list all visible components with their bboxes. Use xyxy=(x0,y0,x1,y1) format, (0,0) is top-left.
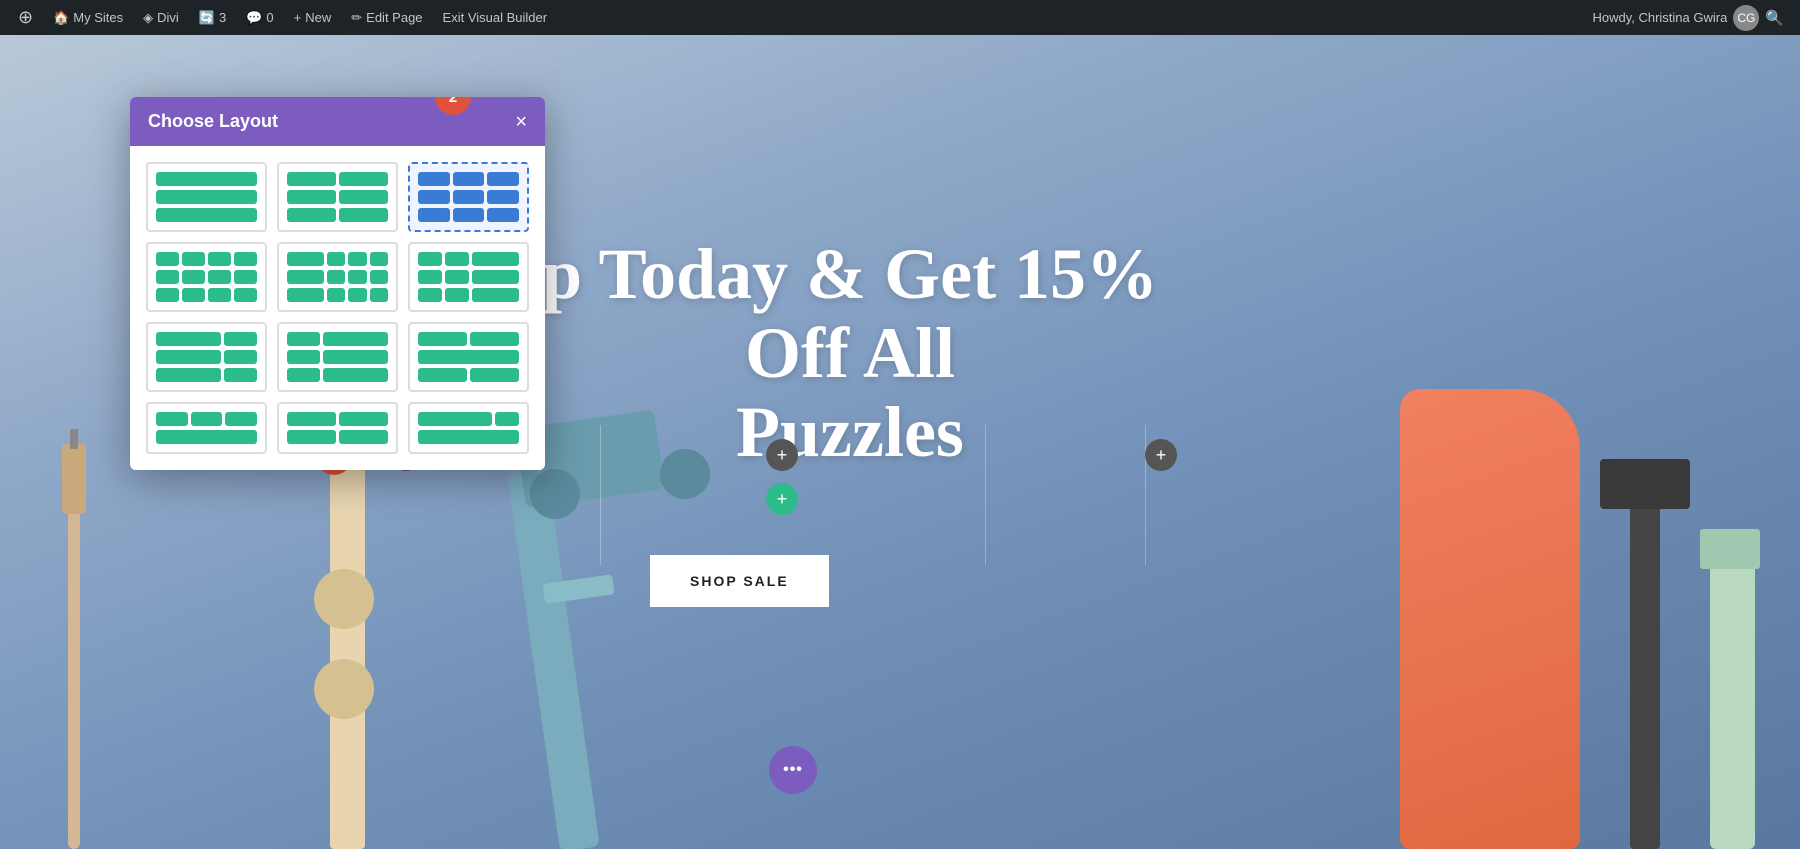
modal-close-btn[interactable]: × xyxy=(515,112,527,132)
shop-sale-button[interactable]: SHOP SALE xyxy=(650,555,829,607)
admin-bar-right: Howdy, Christina Gwira CG 🔍 xyxy=(1592,5,1792,31)
layout-options-grid xyxy=(146,162,529,454)
comments-menu[interactable]: 💬 0 xyxy=(236,0,283,35)
layout-4col[interactable] xyxy=(146,242,267,312)
exit-visual-builder-btn[interactable]: Exit Visual Builder xyxy=(433,0,558,35)
choose-layout-modal: Choose Layout × 2 xyxy=(130,97,545,470)
divi-menu[interactable]: ◈ Divi xyxy=(133,0,189,35)
modal-title: Choose Layout xyxy=(148,111,278,132)
new-menu[interactable]: + New xyxy=(284,0,342,35)
plus-new-icon: + xyxy=(294,10,302,25)
wp-logo[interactable]: ⊕ xyxy=(8,0,43,35)
layout-mixed[interactable] xyxy=(408,322,529,392)
divider-1 xyxy=(600,425,601,565)
layout-wide-right[interactable] xyxy=(408,402,529,454)
edit-page-btn[interactable]: ✏ Edit Page xyxy=(341,0,432,35)
modal-header: Choose Layout × xyxy=(130,97,545,146)
avatar[interactable]: CG xyxy=(1733,5,1759,31)
pencil-icon: ✏ xyxy=(351,10,362,26)
layout-stacked[interactable] xyxy=(277,402,398,454)
updates-menu[interactable]: 🔄 3 xyxy=(189,0,236,35)
layout-2col-leftwide[interactable] xyxy=(146,322,267,392)
hero-text: p Today & Get 15% Off All Puzzles xyxy=(500,235,1200,473)
hero-headline: p Today & Get 15% Off All Puzzles xyxy=(500,235,1200,473)
add-section-btn-1[interactable]: + xyxy=(766,483,798,515)
divider-2 xyxy=(985,425,986,565)
layout-2col[interactable] xyxy=(277,162,398,232)
divi-icon: ◈ xyxy=(143,10,153,26)
updates-icon: 🔄 xyxy=(199,10,215,26)
layout-3col-1col[interactable] xyxy=(146,402,267,454)
layout-2col-rightwide[interactable] xyxy=(277,322,398,392)
sites-icon: 🏠 xyxy=(53,10,69,26)
layout-3col-rightwide[interactable] xyxy=(408,242,529,312)
more-options-button[interactable]: ••• xyxy=(769,746,817,794)
layout-3col-leftwide[interactable] xyxy=(277,242,398,312)
search-icon[interactable]: 🔍 xyxy=(1765,9,1784,27)
add-column-btn-3[interactable]: + xyxy=(1145,439,1177,471)
comments-icon: 💬 xyxy=(246,10,262,26)
modal-body xyxy=(130,146,545,470)
my-sites-menu[interactable]: 🏠 My Sites xyxy=(43,0,133,35)
admin-bar: ⊕ 🏠 My Sites ◈ Divi 🔄 3 💬 0 + New ✏ Edit… xyxy=(0,0,1800,35)
layout-1col[interactable] xyxy=(146,162,267,232)
hero-section: p Today & Get 15% Off All Puzzles SHOP S… xyxy=(0,35,1800,849)
wp-icon: ⊕ xyxy=(18,7,33,28)
add-column-btn-2[interactable]: + xyxy=(766,439,798,471)
divider-3 xyxy=(1145,425,1146,565)
layout-3col[interactable] xyxy=(408,162,529,232)
